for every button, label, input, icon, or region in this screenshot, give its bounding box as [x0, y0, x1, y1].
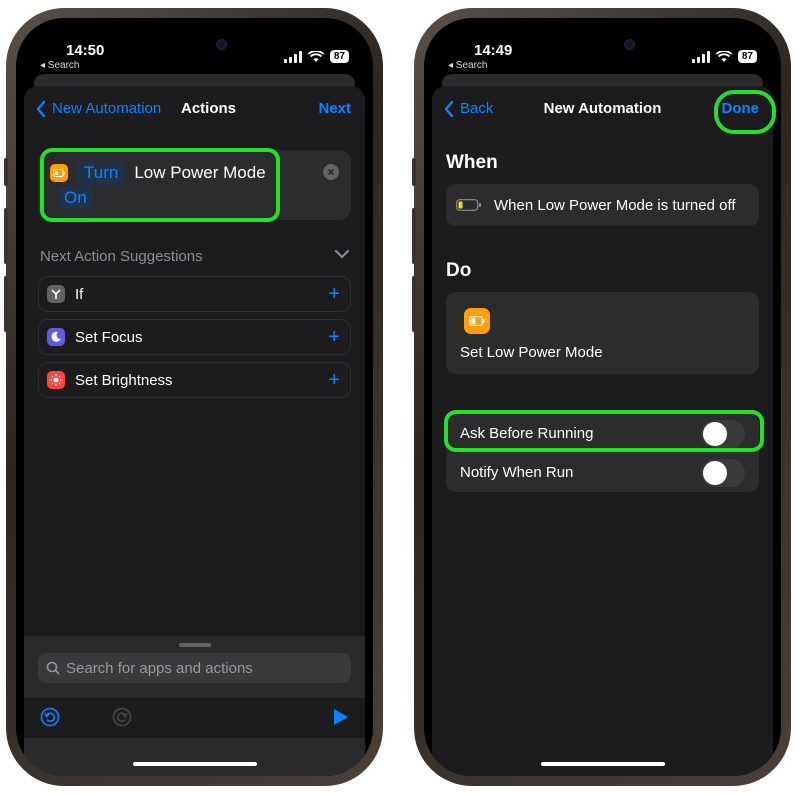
battery-indicator: 87: [737, 50, 757, 63]
redo-icon[interactable]: [112, 707, 132, 732]
add-icon[interactable]: +: [328, 326, 340, 349]
status-time: 14:49: [474, 42, 513, 59]
next-button[interactable]: Next: [318, 100, 351, 117]
new-automation-sheet: Back New Automation Done When When Low P…: [432, 86, 776, 776]
battery-icon: [464, 308, 490, 334]
left-screen: 14:50 ◂ Search 87 New Automation Actions…: [16, 18, 373, 776]
left-phone-frame: 14:50 ◂ Search 87 New Automation Actions…: [4, 8, 383, 786]
volume-down-button: [412, 276, 416, 332]
action-line: Turn Low Power Mode: [50, 161, 266, 185]
chevron-down-icon[interactable]: [335, 246, 349, 262]
toolbar: [24, 698, 365, 738]
toggle-knob: [703, 422, 727, 446]
remove-action-button[interactable]: ×: [323, 164, 339, 180]
trigger-row[interactable]: When Low Power Mode is turned off: [446, 184, 759, 226]
suggestion-set-focus[interactable]: Set Focus +: [38, 319, 351, 355]
signal-icon: [283, 50, 302, 63]
ask-before-running-toggle[interactable]: [701, 420, 745, 448]
home-indicator[interactable]: [540, 762, 665, 766]
status-back-search[interactable]: ◂ Search: [448, 60, 487, 71]
add-icon[interactable]: +: [328, 369, 340, 392]
nav-bar: Back New Automation Done: [432, 86, 773, 130]
volume-down-button: [4, 276, 8, 332]
bottom-panel: Search for apps and actions: [24, 636, 365, 776]
battery-low-icon: [456, 199, 481, 211]
status-icons: 87: [691, 50, 757, 63]
camera-icon: [623, 39, 635, 50]
suggestion-if[interactable]: If +: [38, 276, 351, 312]
suggestions-title: Next Action Suggestions: [40, 248, 203, 265]
do-heading: Do: [446, 260, 472, 281]
search-placeholder: Search for apps and actions: [66, 659, 253, 677]
right-screen: 14:49 ◂ Search 87 Back New Automation Do…: [424, 18, 781, 776]
action-value-chip[interactable]: On: [58, 186, 93, 209]
option-label: Notify When Run: [460, 464, 574, 481]
status-time: 14:50: [66, 42, 105, 59]
suggestion-set-brightness[interactable]: Set Brightness +: [38, 362, 351, 398]
suggestion-label: Set Brightness: [75, 371, 173, 389]
option-notify-when-run: Notify When Run: [446, 453, 759, 492]
volume-up-button: [4, 208, 8, 264]
if-icon: [47, 285, 65, 303]
notify-when-run-toggle[interactable]: [701, 459, 745, 487]
camera-icon: [215, 39, 227, 50]
options-card: Ask Before Running Notify When Run: [446, 414, 759, 492]
signal-icon: [691, 50, 710, 63]
option-ask-before-running: Ask Before Running: [446, 414, 759, 453]
search-input[interactable]: Search for apps and actions: [38, 653, 351, 683]
status-back-search[interactable]: ◂ Search: [40, 60, 79, 71]
wifi-icon: [307, 50, 324, 62]
action-verb-chip[interactable]: Turn: [76, 161, 127, 185]
trigger-text: When Low Power Mode is turned off: [494, 196, 736, 214]
done-button[interactable]: Done: [722, 100, 760, 117]
dynamic-island: [142, 30, 247, 60]
action-button: [412, 158, 416, 186]
close-icon: ×: [327, 165, 335, 179]
volume-up-button: [412, 208, 416, 264]
status-icons: 87: [283, 50, 349, 63]
actions-sheet: New Automation Actions Next Turn Low Pow…: [24, 86, 365, 776]
wifi-icon: [715, 50, 732, 62]
do-action-label: Set Low Power Mode: [460, 344, 603, 361]
home-indicator[interactable]: [132, 762, 257, 766]
sheet-grabber[interactable]: [178, 643, 211, 647]
action-card[interactable]: Turn Low Power Mode On ×: [38, 150, 351, 220]
battery-icon: [50, 164, 68, 182]
play-icon[interactable]: [333, 708, 349, 731]
battery-indicator: 87: [329, 50, 349, 63]
when-heading: When: [446, 152, 498, 173]
action-button: [4, 158, 8, 186]
undo-icon[interactable]: [40, 707, 60, 732]
right-phone-frame: 14:49 ◂ Search 87 Back New Automation Do…: [412, 8, 791, 786]
moon-icon: [47, 328, 65, 346]
nav-bar: New Automation Actions Next: [24, 86, 365, 130]
add-icon[interactable]: +: [328, 283, 340, 306]
option-label: Ask Before Running: [460, 425, 594, 442]
suggestion-label: Set Focus: [75, 328, 143, 346]
do-action-card[interactable]: Set Low Power Mode: [446, 292, 759, 374]
toggle-knob: [703, 461, 727, 485]
page-title: Actions: [24, 100, 365, 117]
sun-icon: [47, 371, 65, 389]
action-value-row: On: [58, 186, 93, 209]
dynamic-island: [550, 30, 655, 60]
page-title-text: Actions: [180, 100, 236, 117]
suggestion-label: If: [75, 285, 84, 303]
search-icon: [46, 661, 60, 675]
action-object: Low Power Mode: [134, 163, 266, 182]
